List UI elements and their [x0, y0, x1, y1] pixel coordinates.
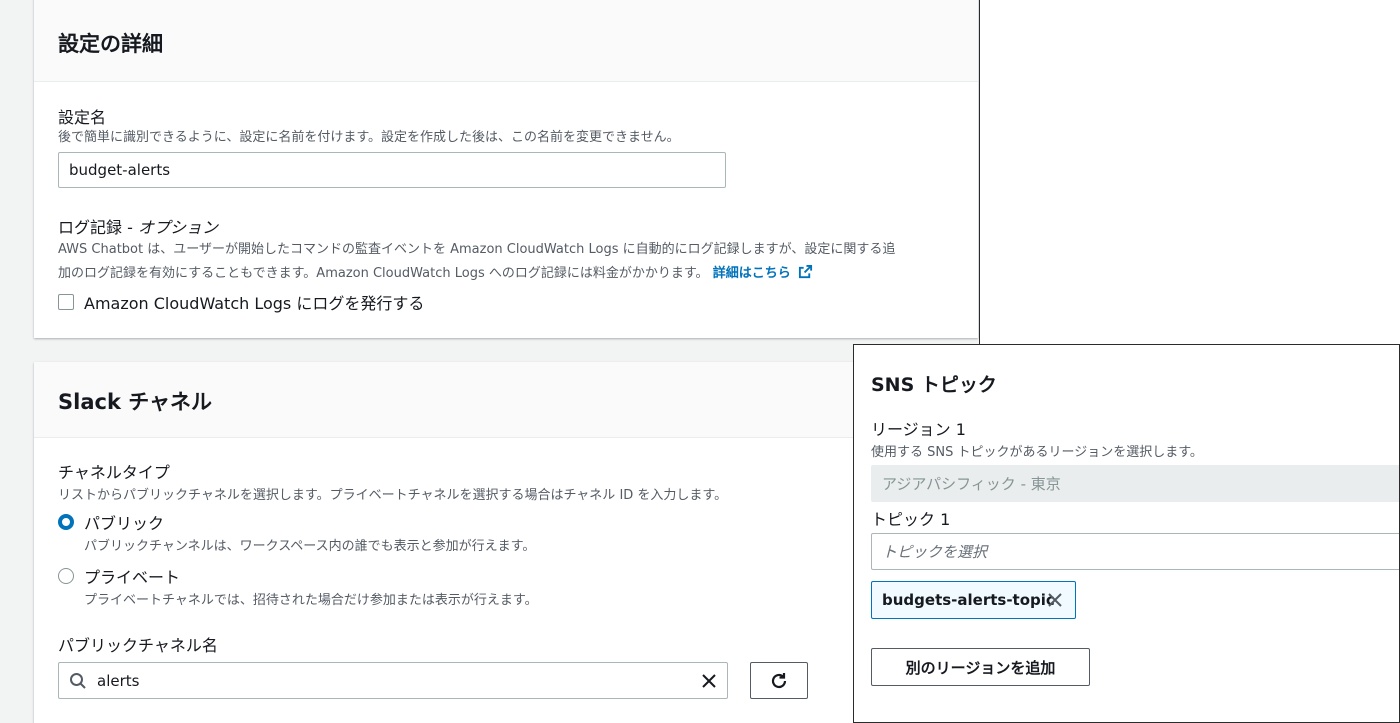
- config-details-header: 設定の詳細: [34, 0, 978, 82]
- public-channel-name-label: パブリックチャネル名: [58, 636, 218, 655]
- channel-type-label: チャネルタイプ: [58, 463, 170, 482]
- logging-optional-label: オプション: [137, 218, 218, 237]
- channel-type-description: リストからパブリックチャネルを選択します。プライベートチャネルを選択する場合はチ…: [58, 488, 728, 503]
- selected-topic-label: budgets-alerts-topic: [882, 591, 1055, 609]
- add-region-button[interactable]: 別のリージョンを追加: [871, 648, 1090, 686]
- sns-topic-screenshot: SNS トピック リージョン 1 使用する SNS トピックがあるリージョンを選…: [853, 344, 1400, 723]
- private-radio-description: プライベートチャネルでは、招待された場合だけ参加または表示が行えます。: [84, 593, 538, 608]
- slack-channel-title: Slack チャネル: [58, 390, 213, 414]
- learn-more-link[interactable]: 詳細はこちら: [713, 264, 814, 281]
- config-screenshot: 設定の詳細 設定名 後で簡単に識別できるように、設定に名前を付けます。設定を作成…: [0, 0, 980, 723]
- public-radio-description: パブリックチャンネルは、ワークスペース内の誰でも表示と参加が行えます。: [84, 539, 536, 554]
- public-radio-label[interactable]: パブリック: [84, 510, 164, 534]
- slack-channel-panel: Slack チャネル チャネルタイプ リストからパブリックチャネルを選択します。…: [34, 362, 978, 723]
- config-name-label: 設定名: [58, 108, 107, 127]
- remove-topic-icon[interactable]: [1047, 592, 1063, 608]
- config-name-input[interactable]: budget-alerts: [58, 152, 726, 188]
- search-icon: [70, 672, 86, 689]
- public-radio[interactable]: [58, 514, 74, 530]
- topic-select-placeholder: トピックを選択: [882, 543, 988, 561]
- region-select-disabled: アジアパシフィック - 東京: [871, 465, 1399, 502]
- logging-label: ログ記録 - オプション: [58, 218, 218, 237]
- private-radio-label[interactable]: プライベート: [84, 564, 180, 588]
- private-radio[interactable]: [58, 568, 74, 584]
- refresh-button[interactable]: [750, 662, 808, 699]
- selected-topic-token: budgets-alerts-topic: [871, 581, 1076, 619]
- config-details-panel: 設定の詳細 設定名 後で簡単に識別できるように、設定に名前を付けます。設定を作成…: [34, 0, 978, 338]
- external-link-icon: [799, 264, 813, 279]
- cloudwatch-logs-checkbox[interactable]: [58, 294, 74, 310]
- config-details-title: 設定の詳細: [58, 32, 163, 56]
- logging-description-line1: AWS Chatbot は、ユーザーが開始したコマンドの監査イベントを Amaz…: [58, 242, 896, 257]
- region-description: 使用する SNS トピックがあるリージョンを選択します。: [871, 445, 1203, 460]
- sns-topic-title: SNS トピック: [871, 374, 997, 396]
- refresh-icon: [771, 672, 787, 688]
- config-name-value: budget-alerts: [69, 161, 171, 179]
- public-channel-search-value: alerts: [97, 671, 140, 690]
- cloudwatch-logs-checkbox-label[interactable]: Amazon CloudWatch Logs にログを発行する: [84, 290, 424, 314]
- logging-description-line2: 加のログ記録を有効にすることもできます。Amazon CloudWatch Lo…: [58, 262, 813, 281]
- config-name-description: 後で簡単に識別できるように、設定に名前を付けます。設定を作成した後は、この名前を…: [58, 130, 680, 145]
- topic-select[interactable]: トピックを選択: [871, 533, 1399, 570]
- topic-label: トピック 1: [871, 510, 951, 529]
- public-channel-search-input[interactable]: alerts: [58, 662, 728, 699]
- slack-channel-header: Slack チャネル: [34, 362, 978, 438]
- region-select-value: アジアパシフィック - 東京: [882, 475, 1061, 493]
- region-label: リージョン 1: [871, 420, 966, 439]
- clear-icon[interactable]: [701, 673, 717, 689]
